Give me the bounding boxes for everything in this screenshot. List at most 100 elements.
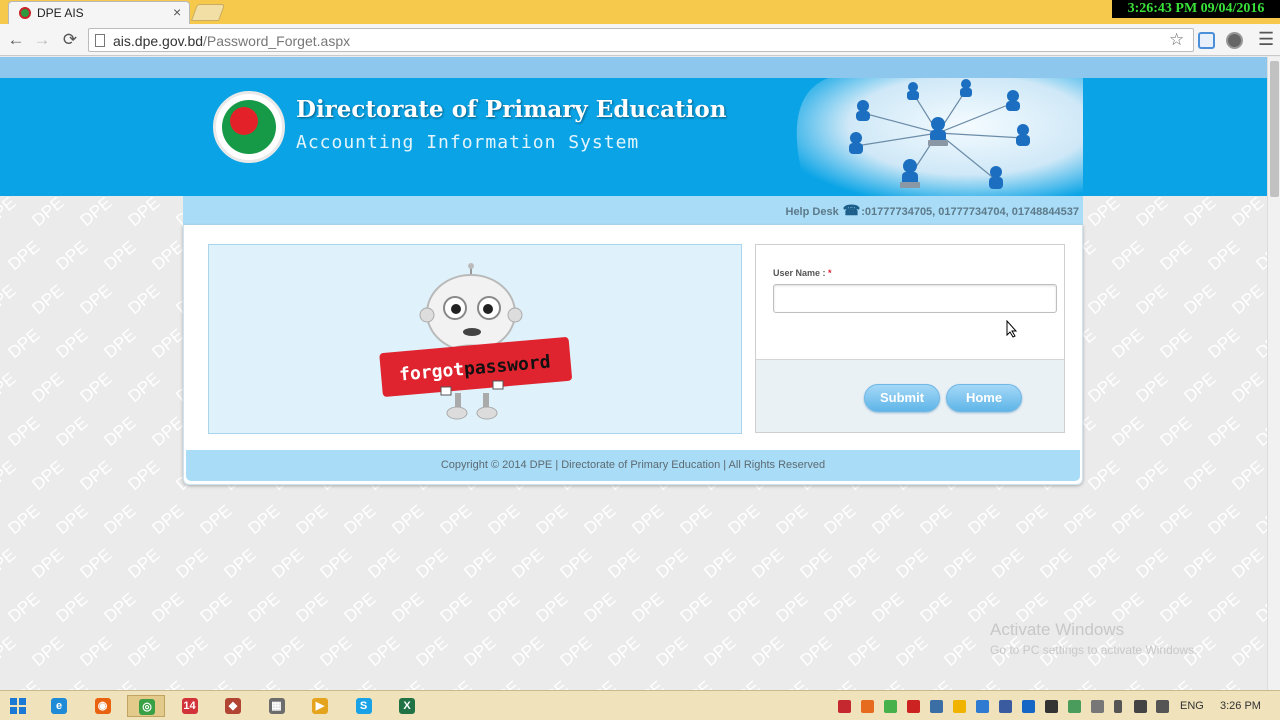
- watermark-text: DPE: [364, 633, 403, 670]
- watermark-text: DPE: [172, 545, 211, 582]
- taskbar-firefox-button[interactable]: ◉: [84, 695, 122, 717]
- browser-tab[interactable]: DPE AIS ×: [8, 1, 190, 24]
- watermark-text: DPE: [1060, 501, 1099, 538]
- watermark-text: DPE: [1132, 369, 1171, 406]
- taskbar-skype-button[interactable]: S: [345, 695, 383, 717]
- watermark-text: DPE: [628, 589, 667, 626]
- tray-acrobat-icon[interactable]: [838, 700, 851, 713]
- watermark-text: DPE: [748, 545, 787, 582]
- tray-app-icon[interactable]: [1068, 700, 1081, 713]
- extension-globe-icon[interactable]: [1226, 32, 1243, 49]
- scrollbar-thumb[interactable]: [1270, 61, 1279, 197]
- footer-bar: Copyright © 2014 DPE | Directorate of Pr…: [186, 450, 1080, 481]
- favicon-icon: [19, 7, 31, 19]
- watermark-text: DPE: [4, 325, 43, 362]
- username-input[interactable]: [773, 284, 1057, 313]
- watermark-text: DPE: [1132, 545, 1171, 582]
- tray-volume-icon[interactable]: [1156, 700, 1169, 713]
- watermark-text: DPE: [100, 501, 139, 538]
- watermark-text: DPE: [460, 633, 499, 670]
- chrome-icon: ◎: [139, 699, 155, 715]
- watermark-text: DPE: [148, 237, 187, 274]
- tray-bluetooth-icon[interactable]: [1022, 700, 1035, 713]
- tray-app-icon[interactable]: [976, 700, 989, 713]
- watermark-text: DPE: [772, 677, 811, 690]
- home-button[interactable]: Home: [946, 384, 1022, 412]
- bookmark-star-icon[interactable]: ☆: [1169, 30, 1184, 50]
- tray-app-icon[interactable]: [1045, 700, 1058, 713]
- watermark-text: DPE: [124, 369, 163, 406]
- top-strip: [0, 57, 1267, 78]
- watermark-text: DPE: [580, 677, 619, 690]
- watermark-text: DPE: [100, 413, 139, 450]
- watermark-text: DPE: [28, 281, 67, 318]
- close-tab-icon[interactable]: ×: [173, 4, 181, 20]
- watermark-text: DPE: [868, 589, 907, 626]
- taskbar-ie-button[interactable]: e: [40, 695, 78, 717]
- watermark-text: DPE: [436, 677, 475, 690]
- forward-button[interactable]: →: [32, 30, 52, 50]
- watermark-text: DPE: [148, 677, 187, 690]
- watermark-text: DPE: [292, 589, 331, 626]
- tray-app-icon[interactable]: [953, 700, 966, 713]
- url-text[interactable]: ais.dpe.gov.bd/Password_Forget.aspx: [113, 33, 350, 49]
- watermark-text: DPE: [1228, 369, 1267, 406]
- watermark-text: DPE: [4, 501, 43, 538]
- watermark-text: DPE: [436, 501, 475, 538]
- submit-button[interactable]: Submit: [864, 384, 940, 412]
- system-clock[interactable]: 3:26 PM: [1220, 700, 1261, 712]
- watermark-text: DPE: [892, 545, 931, 582]
- address-bar[interactable]: ais.dpe.gov.bd/Password_Forget.aspx ☆: [88, 28, 1194, 52]
- watermark-text: DPE: [724, 501, 763, 538]
- taskbar-excel-button[interactable]: X: [388, 695, 426, 717]
- taskbar-app-button[interactable]: ◆: [214, 695, 252, 717]
- watermark-text: DPE: [1132, 281, 1171, 318]
- site-subtitle: Accounting Information System: [296, 132, 640, 153]
- calculator-icon: ▦: [268, 698, 285, 714]
- watermark-text: DPE: [1204, 589, 1243, 626]
- activate-windows-notice: Activate Windows Go to PC settings to ac…: [990, 620, 1197, 657]
- page-scrollbar[interactable]: [1267, 57, 1280, 690]
- tray-app-icon[interactable]: [884, 700, 897, 713]
- back-button[interactable]: ←: [6, 30, 26, 50]
- reload-button[interactable]: ⟳: [60, 30, 80, 50]
- taskbar-calculator-button[interactable]: ▦: [258, 695, 296, 717]
- watermark-text: DPE: [676, 589, 715, 626]
- tray-battery-icon[interactable]: [1114, 700, 1122, 713]
- browser-menu-icon[interactable]: ☰: [1258, 29, 1274, 50]
- watermark-text: DPE: [292, 677, 331, 690]
- watermark-text: DPE: [100, 325, 139, 362]
- extension-icon[interactable]: [1198, 32, 1215, 49]
- watermark-text: DPE: [148, 589, 187, 626]
- watermark-text: DPE: [1012, 677, 1051, 690]
- watermark-text: DPE: [988, 545, 1027, 582]
- watermark-text: DPE: [676, 677, 715, 690]
- watermark-text: DPE: [700, 545, 739, 582]
- watermark-text: DPE: [148, 325, 187, 362]
- watermark-text: DPE: [412, 633, 451, 670]
- windows-taskbar: e ◉ ◎ 14 ◆ ▦ ▶ S X ENG 3:26 PM: [0, 690, 1280, 720]
- language-indicator[interactable]: ENG: [1180, 700, 1204, 712]
- taskbar-app-14-button[interactable]: 14: [171, 695, 209, 717]
- tray-flag-icon[interactable]: [1091, 700, 1104, 713]
- ie-icon: e: [51, 698, 67, 714]
- watermark-text: DPE: [1084, 197, 1123, 230]
- tray-network-icon[interactable]: [1134, 700, 1147, 713]
- watermark-text: DPE: [556, 545, 595, 582]
- taskbar-media-button[interactable]: ▶: [301, 695, 339, 717]
- watermark-text: DPE: [388, 501, 427, 538]
- helpdesk-phones: :01777734705, 01777734704, 01748844537: [861, 206, 1079, 218]
- watermark-text: DPE: [28, 369, 67, 406]
- tray-app-icon[interactable]: [861, 700, 874, 713]
- new-tab-button[interactable]: [190, 4, 226, 21]
- tray-app-icon[interactable]: [930, 700, 943, 713]
- tray-app-icon[interactable]: [907, 700, 920, 713]
- tray-shield-icon[interactable]: [999, 700, 1012, 713]
- watermark-text: DPE: [1084, 457, 1123, 494]
- windows-start-icon[interactable]: [10, 698, 26, 714]
- watermark-text: DPE: [892, 633, 931, 670]
- taskbar-chrome-button[interactable]: ◎: [127, 695, 165, 717]
- watermark-text: DPE: [196, 501, 235, 538]
- watermark-text: DPE: [1180, 369, 1219, 406]
- watermark-text: DPE: [724, 677, 763, 690]
